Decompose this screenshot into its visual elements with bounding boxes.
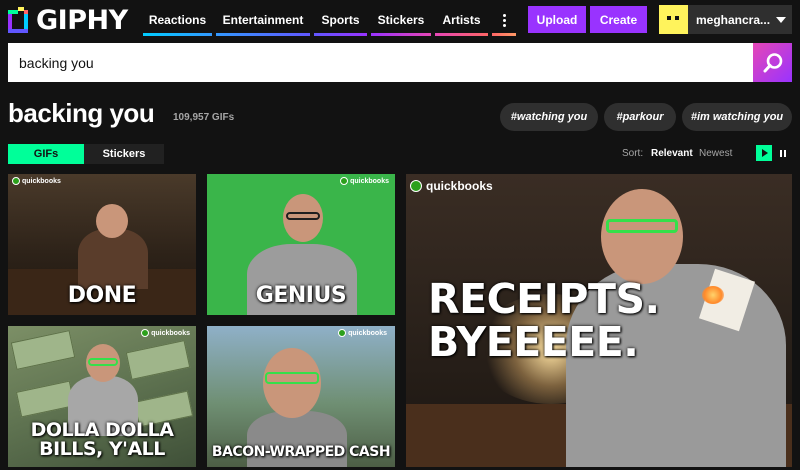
gif-tile[interactable]: quickbooks DONE xyxy=(8,174,196,315)
quickbooks-watermark: quickbooks xyxy=(340,177,389,185)
sort-newest[interactable]: Newest xyxy=(699,148,732,159)
upload-button[interactable]: Upload xyxy=(528,6,586,33)
logo-text: GIPHY xyxy=(36,4,128,36)
tag-im-watching-you[interactable]: #im watching you xyxy=(682,103,792,131)
tag-parkour[interactable]: #parkour xyxy=(604,103,676,131)
tab-gifs[interactable]: GIFs xyxy=(8,144,84,164)
play-icon xyxy=(761,149,768,157)
nav-stickers[interactable]: Stickers xyxy=(371,7,431,36)
person-head xyxy=(601,189,683,284)
search-icon xyxy=(763,52,782,72)
quickbooks-watermark: quickbooks xyxy=(12,177,61,185)
glasses xyxy=(286,212,320,220)
gif-caption: DONE xyxy=(67,283,137,308)
glasses xyxy=(606,219,678,233)
nav-entertainment[interactable]: Entertainment xyxy=(216,7,310,36)
avatar xyxy=(659,5,688,34)
sort-label: Sort: xyxy=(622,148,644,159)
username: meghancra... xyxy=(696,12,771,27)
sort-relevant[interactable]: Relevant xyxy=(651,148,693,159)
quickbooks-watermark: quickbooks xyxy=(338,329,387,337)
result-count: 109,957 GIFs xyxy=(173,112,235,123)
pause-icon xyxy=(780,149,782,157)
create-button[interactable]: Create xyxy=(590,6,647,33)
giphy-logo-icon xyxy=(8,6,30,34)
quickbooks-watermark: quickbooks xyxy=(410,179,493,193)
play-button[interactable] xyxy=(756,145,772,161)
more-dots-icon xyxy=(502,13,506,27)
gif-caption: RECEIPTS. BYEEEEE. xyxy=(428,275,660,367)
nav-artists[interactable]: Artists xyxy=(435,7,488,36)
user-menu[interactable]: meghancra... xyxy=(659,5,792,34)
gif-tile[interactable]: quickbooks DOLLA DOLLA BILLS, Y'ALL xyxy=(8,326,196,467)
gif-caption: GENIUS xyxy=(255,283,347,308)
tab-stickers[interactable]: Stickers xyxy=(84,144,164,164)
nav-reactions[interactable]: Reactions xyxy=(143,7,212,36)
glasses xyxy=(265,372,319,384)
chevron-down-icon xyxy=(776,16,786,23)
search-input[interactable] xyxy=(8,43,753,82)
giphy-logo[interactable]: GIPHY xyxy=(8,4,128,36)
tag-watching-you[interactable]: #watching you xyxy=(500,103,598,131)
person-head xyxy=(96,204,128,238)
pause-button[interactable] xyxy=(775,145,791,161)
gif-tile[interactable]: quickbooks RECEIPTS. BYEEEEE. xyxy=(406,174,792,467)
quickbooks-watermark: quickbooks xyxy=(141,329,190,337)
cash xyxy=(15,380,76,418)
gif-caption: BACON-WRAPPED CASH xyxy=(211,444,391,460)
page-title: backing you xyxy=(8,98,155,128)
gif-caption: DOLLA DOLLA BILLS, Y'ALL xyxy=(30,419,174,461)
top-bar: GIPHY Reactions Entertainment Sports Sti… xyxy=(0,0,800,40)
flame xyxy=(702,286,724,304)
nav-sports[interactable]: Sports xyxy=(314,7,367,36)
nav-more-button[interactable] xyxy=(492,7,516,36)
cash xyxy=(125,340,191,380)
gif-tile[interactable]: quickbooks BACON-WRAPPED CASH xyxy=(207,326,395,467)
person xyxy=(78,229,148,289)
cash xyxy=(10,330,76,370)
search-bar xyxy=(8,43,792,82)
gif-tile[interactable]: quickbooks GENIUS xyxy=(207,174,395,315)
glasses xyxy=(88,358,118,366)
search-button[interactable] xyxy=(753,43,792,82)
